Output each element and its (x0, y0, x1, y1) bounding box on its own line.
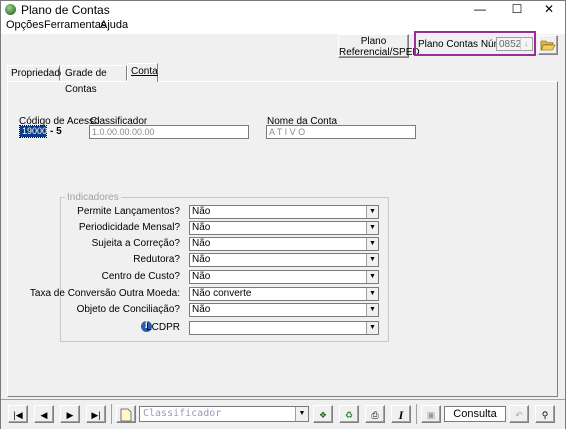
last-icon: ▶| (91, 410, 101, 420)
title-bar: Plano de Contas — ☐ ✕ (1, 1, 565, 18)
separator (416, 404, 417, 424)
taxa-conversao-select[interactable]: Não converte ▼ (189, 287, 379, 301)
delete-button[interactable]: ♻ (339, 405, 359, 423)
taxa-conversao-value: Não converte (192, 288, 252, 299)
chevron-down-icon[interactable]: ▼ (366, 206, 378, 218)
sujeita-correcao-label: Sujeita a Correção? (91, 238, 180, 249)
first-icon: |◀ (13, 410, 23, 420)
maximize-button[interactable]: ☐ (500, 1, 534, 18)
redutora-value: Não (192, 254, 211, 265)
taxa-conversao-label: Taxa de Conversão Outra Moeda: (29, 288, 180, 299)
nome-conta-input[interactable]: A T I V O (266, 125, 416, 139)
separator (111, 404, 112, 424)
undo-button[interactable]: ↶ (509, 405, 529, 423)
digito-verificador: - 5 (50, 126, 62, 137)
chevron-down-icon[interactable]: ▼ (366, 304, 378, 316)
first-record-button[interactable]: |◀ (8, 405, 28, 423)
italic-edit-icon: I (398, 408, 404, 422)
codigo-acesso-value: 19000 (20, 126, 48, 137)
objeto-conciliacao-select[interactable]: Não ▼ (189, 303, 379, 317)
menu-ajuda[interactable]: Ajuda (100, 19, 128, 31)
new-document-icon (120, 408, 132, 422)
tree-icon: ❖ (318, 410, 328, 420)
redutora-label: Redutora? (133, 254, 180, 265)
permite-lancamentos-label: Permite Lançamentos? (77, 206, 180, 217)
find-button[interactable]: ⚲ (535, 405, 555, 423)
window-title: Plano de Contas (21, 3, 110, 17)
periodicidade-mensal-select[interactable]: Não ▼ (189, 221, 379, 235)
objeto-conciliacao-value: Não (192, 304, 211, 315)
lcdpr-label: LCDPR (146, 322, 180, 333)
plano-button-line1: Plano (360, 36, 387, 47)
tab-conta[interactable]: Conta (127, 63, 158, 82)
menu-opcoes[interactable]: Opções (6, 19, 44, 31)
open-folder-icon (540, 40, 556, 51)
centro-de-custo-select[interactable]: Não ▼ (189, 270, 379, 284)
periodicidade-mensal-label: Periodicidade Mensal? (78, 222, 180, 233)
permite-lancamentos-select[interactable]: Não ▼ (189, 205, 379, 219)
chevron-down-icon[interactable]: ▼ (366, 322, 378, 334)
plano-contas-numero-field[interactable]: 0852 ↓ (496, 37, 533, 51)
sujeita-correcao-select[interactable]: Não ▼ (189, 237, 379, 251)
tab-grade-de-contas[interactable]: Grade de Contas (61, 65, 127, 95)
plano-button-line2: Referencial/SPED (339, 47, 420, 58)
close-button[interactable]: ✕ (532, 1, 566, 18)
indicadores-title: Indicadores (65, 192, 121, 203)
chevron-down-icon[interactable]: ▼ (366, 271, 378, 283)
tree-view-button[interactable]: ❖ (313, 405, 333, 423)
periodicidade-mensal-value: Não (192, 222, 211, 233)
open-folder-button[interactable] (538, 35, 558, 55)
tab-propriedades[interactable]: Propriedades (7, 65, 70, 81)
permite-lancamentos-value: Não (192, 206, 211, 217)
codigo-acesso-input[interactable]: 19000 (19, 125, 47, 138)
classificador-search-select[interactable]: Classificador ▼ (139, 406, 309, 422)
redutora-select[interactable]: Não ▼ (189, 253, 379, 267)
new-document-button[interactable] (116, 405, 136, 423)
main-window: Plano de Contas — ☐ ✕ Opções Ferramentas… (0, 0, 566, 429)
next-icon: ▶ (66, 410, 74, 420)
printer-icon: ⎙ (371, 410, 379, 420)
menu-ferramentas[interactable]: Ferramentas (44, 19, 106, 31)
save-button[interactable]: ▣ (421, 405, 441, 423)
chevron-down-icon[interactable]: ▼ (295, 407, 308, 421)
binoculars-icon: ⚲ (541, 410, 549, 420)
next-record-button[interactable]: ▶ (60, 405, 80, 423)
trash-icon: ♻ (344, 410, 354, 420)
chevron-down-icon[interactable]: ▼ (366, 254, 378, 266)
prev-record-button[interactable]: ◀ (34, 405, 54, 423)
undo-icon: ↶ (515, 410, 523, 420)
chevron-down-icon[interactable]: ▼ (366, 222, 378, 234)
mode-indicator: Consulta (444, 406, 506, 422)
centro-de-custo-value: Não (192, 271, 211, 282)
classificador-input[interactable]: 1.0.00.00.00.00 (89, 125, 249, 139)
chevron-down-icon[interactable]: ▼ (366, 238, 378, 250)
down-arrow-icon[interactable]: ↓ (520, 39, 531, 49)
app-globe-icon (5, 4, 16, 15)
classificador-search-placeholder: Classificador (143, 408, 222, 419)
save-icon: ▣ (426, 410, 436, 420)
chevron-down-icon[interactable]: ▼ (366, 288, 378, 300)
plano-contas-numero-value: 0852 (499, 39, 522, 50)
centro-de-custo-label: Centro de Custo? (101, 271, 180, 282)
sujeita-correcao-value: Não (192, 238, 211, 249)
lcdpr-select[interactable]: ▼ (189, 321, 379, 335)
prev-icon: ◀ (40, 410, 48, 420)
plano-referencial-sped-button[interactable]: Plano Referencial/SPED (338, 34, 420, 58)
objeto-conciliacao-label: Objeto de Conciliação? (76, 304, 180, 315)
print-button[interactable]: ⎙ (365, 405, 385, 423)
plano-contas-numero-group: Plano Contas Número 0852 ↓ (414, 31, 536, 56)
minimize-button[interactable]: — (463, 1, 497, 18)
edit-button[interactable]: I (391, 405, 411, 423)
last-record-button[interactable]: ▶| (86, 405, 106, 423)
